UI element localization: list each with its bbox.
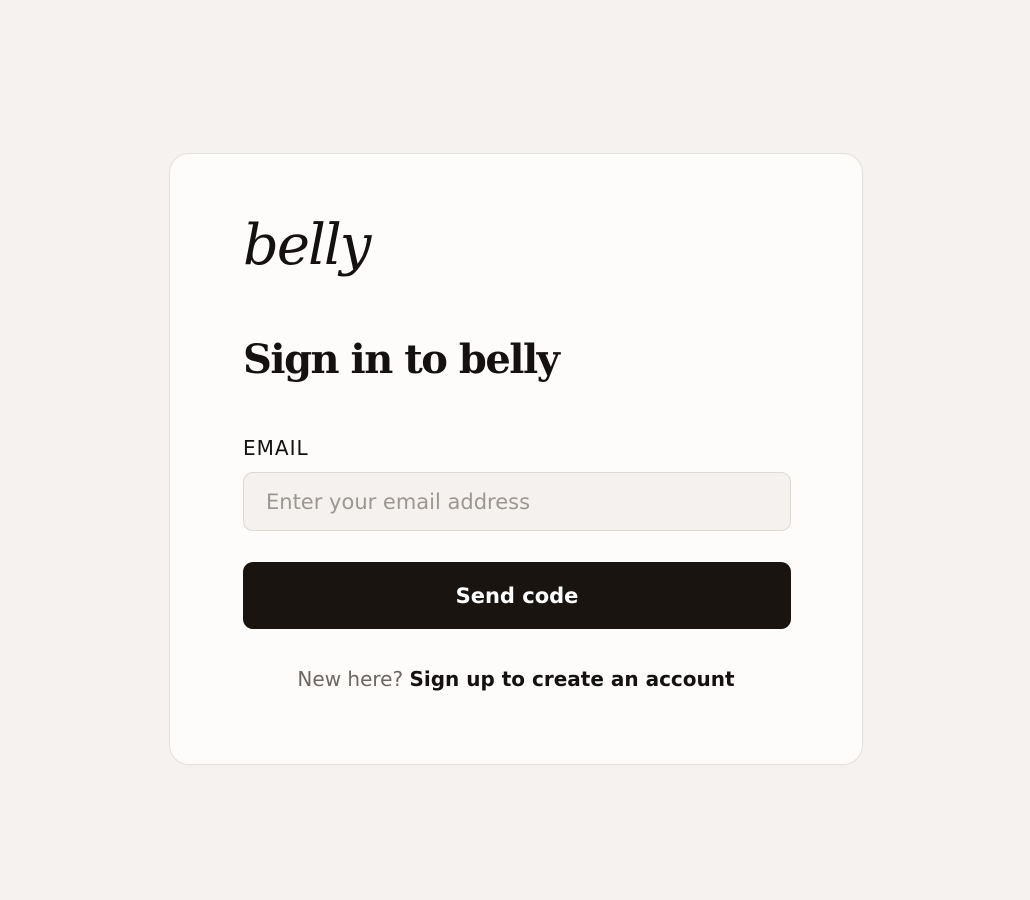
signup-link[interactable]: Sign up to create an account [409, 667, 734, 691]
new-here-text: New here? [297, 667, 404, 691]
belly-logo: belly [243, 213, 371, 278]
page-title: Sign in to belly [243, 336, 560, 383]
send-code-button[interactable]: Send code [243, 562, 791, 629]
signup-prompt: New here? Sign up to create an account [170, 664, 862, 694]
email-field[interactable] [243, 472, 791, 531]
sign-in-card: belly Sign in to belly EMAIL Send code N… [169, 153, 863, 765]
email-label: EMAIL [243, 436, 309, 460]
